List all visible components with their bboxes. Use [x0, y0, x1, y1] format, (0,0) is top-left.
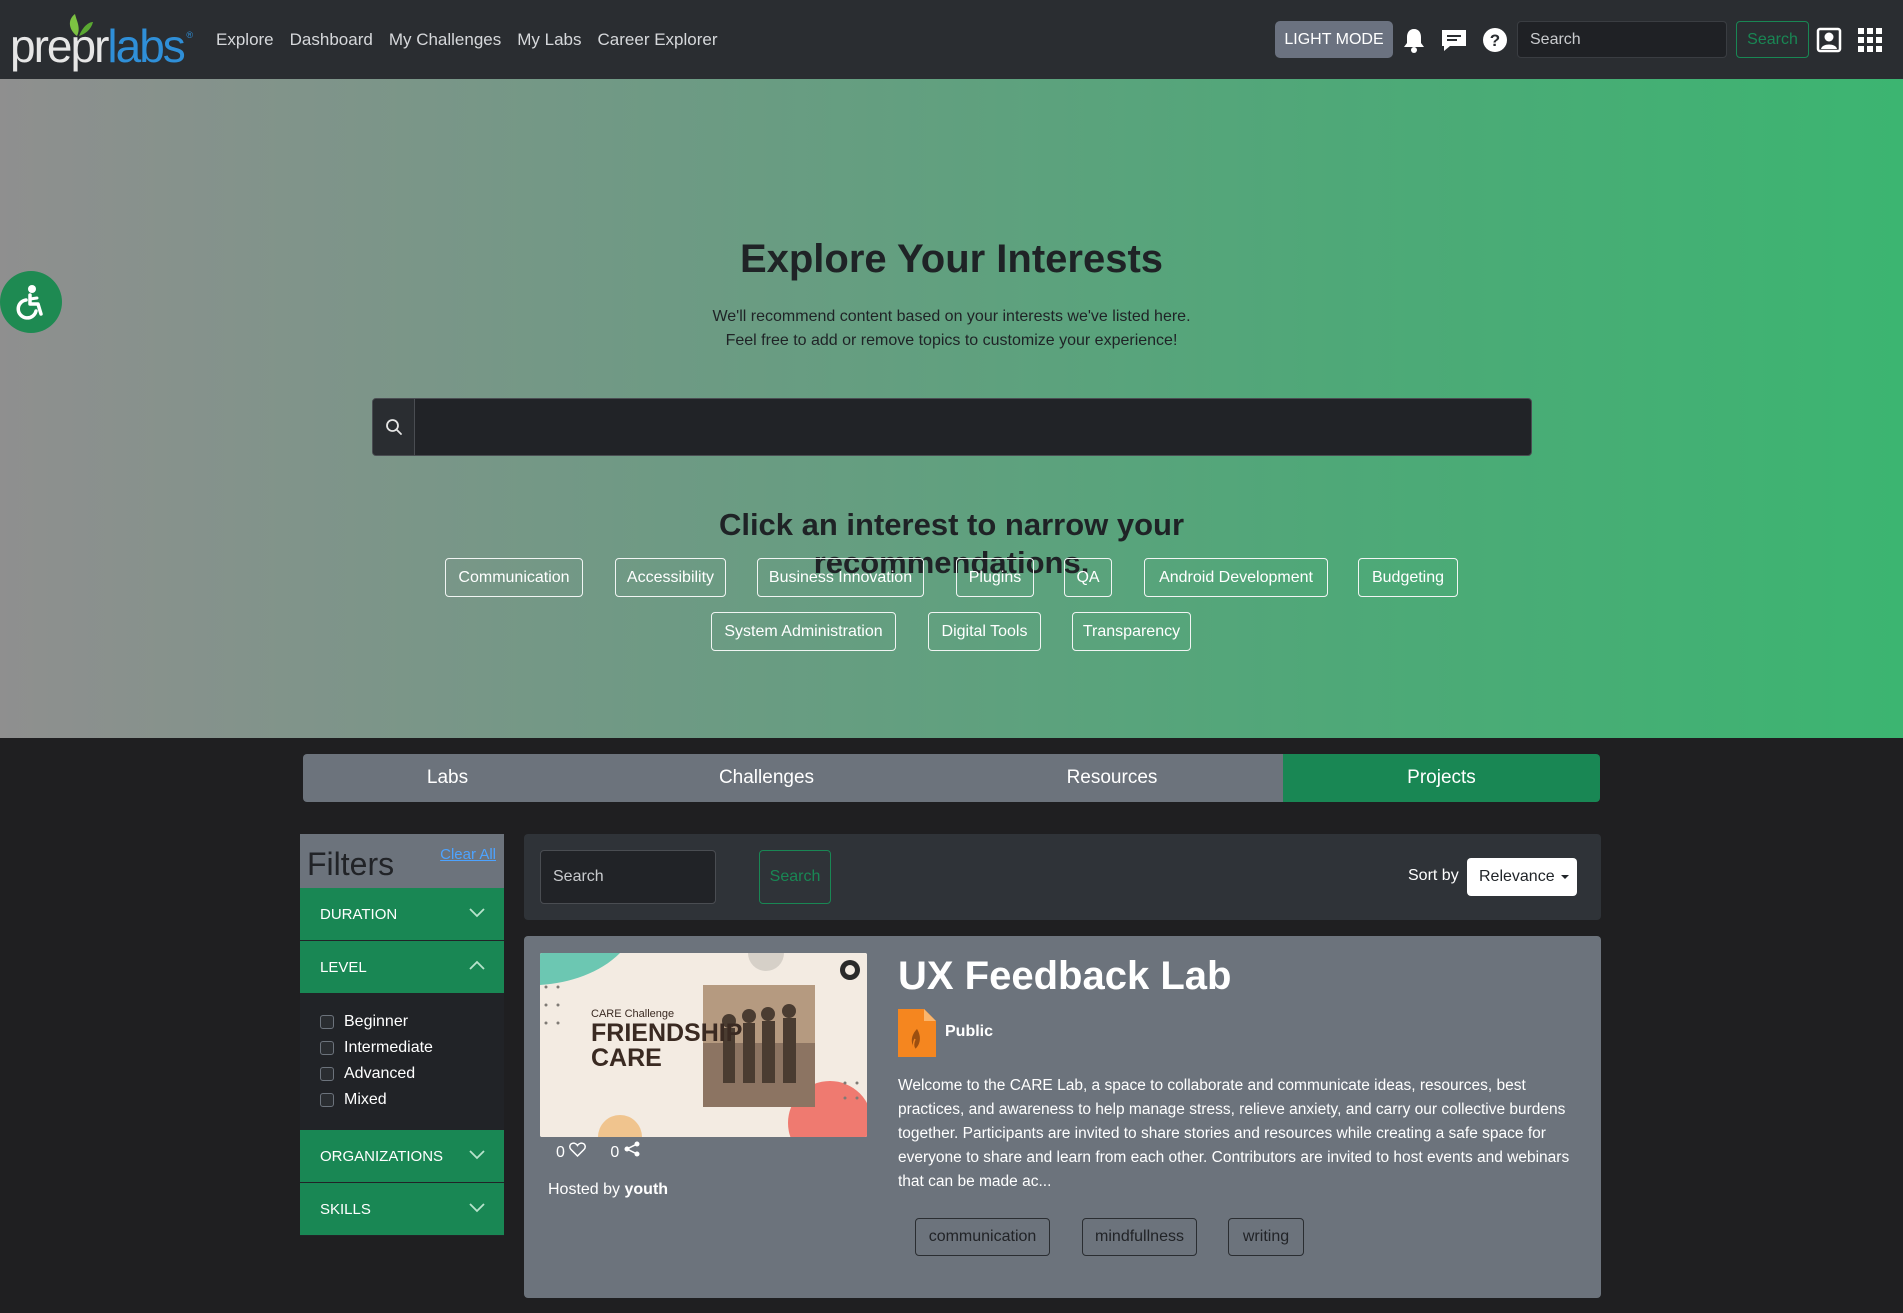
likes-count[interactable]: 0 — [556, 1141, 587, 1162]
interest-prompt-line-2: recommendations. — [813, 545, 1090, 580]
filters-header: Filters Clear All — [300, 834, 504, 888]
likes-value: 0 — [556, 1143, 565, 1161]
nav-search-button[interactable]: Search — [1736, 21, 1809, 58]
project-card[interactable]: CARE Challenge FRIENDSHIP CARE 0 0 Hoste… — [524, 936, 1601, 1298]
interest-chip[interactable]: QA — [1064, 558, 1112, 597]
interest-chip[interactable]: Budgeting — [1358, 558, 1458, 597]
checkbox[interactable] — [320, 1041, 334, 1055]
filters-panel: Filters Clear All DURATION LEVEL ORGANIZ… — [300, 834, 504, 1236]
facet-label: LEVEL — [320, 958, 367, 976]
sort-label: Sort by — [1408, 867, 1459, 884]
shares-count[interactable]: 0 — [610, 1141, 640, 1162]
main-nav: Explore Dashboard My Challenges My Labs … — [216, 0, 718, 79]
share-icon — [624, 1141, 640, 1157]
hero-subtitle: We'll recommend content based on your in… — [0, 305, 1903, 353]
thumb-title-line-2: CARE — [591, 1044, 662, 1072]
bell-icon[interactable] — [1400, 26, 1428, 54]
hosted-by: Hosted by youth — [548, 1181, 668, 1199]
shares-value: 0 — [610, 1144, 620, 1161]
facet-organizations[interactable]: ORGANIZATIONS — [300, 1130, 504, 1182]
user-profile-icon[interactable] — [1815, 26, 1843, 54]
checkbox[interactable] — [320, 1015, 334, 1029]
chevron-down-icon — [469, 1203, 485, 1213]
option-label: Beginner — [344, 1013, 409, 1030]
light-mode-button[interactable]: LIGHT MODE — [1275, 21, 1393, 58]
chevron-down-icon — [469, 908, 485, 918]
option-label: Advanced — [344, 1065, 416, 1082]
level-option-intermediate[interactable]: Intermediate — [320, 1039, 433, 1057]
interest-chip[interactable]: Digital Tools — [928, 612, 1041, 651]
interest-chip[interactable]: Business Innovation — [757, 558, 924, 597]
caret-down-icon — [1560, 875, 1569, 879]
public-document-icon — [898, 1009, 936, 1057]
results-search-input[interactable]: Search — [540, 850, 716, 904]
interests-hero: Explore Your Interests We'll recommend c… — [0, 79, 1903, 738]
facet-label: DURATION — [320, 905, 398, 923]
chat-icon[interactable] — [1440, 26, 1468, 54]
checkbox[interactable] — [320, 1093, 334, 1107]
thumb-title-line-1: FRIENDSHIP — [591, 1019, 743, 1047]
sort-dropdown[interactable]: Relevance — [1467, 858, 1577, 896]
option-label: Mixed — [344, 1091, 387, 1108]
visibility-label: Public — [945, 1023, 994, 1040]
option-label: Intermediate — [344, 1039, 433, 1056]
chevron-down-icon — [469, 1150, 485, 1160]
interest-chip[interactable]: Android Development — [1144, 558, 1328, 597]
tab-projects[interactable]: Projects — [1283, 754, 1600, 802]
hosted-by-label: Hosted by — [548, 1181, 621, 1198]
nav-link-dashboard[interactable]: Dashboard — [290, 30, 373, 50]
nav-link-my-labs[interactable]: My Labs — [517, 30, 581, 50]
nav-link-career-explorer[interactable]: Career Explorer — [598, 30, 718, 50]
preprlabs-logo[interactable]: preprlabs ® — [10, 10, 195, 72]
hero-subtitle-line-1: We'll recommend content based on your in… — [712, 308, 1191, 325]
content-tabs: Labs Challenges Resources Projects — [303, 754, 1600, 802]
facet-level[interactable]: LEVEL — [300, 941, 504, 993]
engagement-counts: 0 0 — [556, 1141, 640, 1162]
apps-grid-icon[interactable] — [1856, 26, 1884, 54]
host-name[interactable]: youth — [625, 1181, 669, 1198]
search-icon — [373, 399, 415, 455]
facet-label: ORGANIZATIONS — [320, 1147, 444, 1165]
interest-chip[interactable]: System Administration — [711, 612, 896, 651]
tab-labs[interactable]: Labs — [303, 754, 592, 802]
help-icon[interactable]: ? — [1481, 26, 1509, 54]
project-title[interactable]: UX Feedback Lab — [898, 954, 1231, 999]
interest-chip[interactable]: Transparency — [1072, 612, 1191, 651]
interest-search-input[interactable] — [372, 398, 1532, 456]
skill-tag[interactable]: mindfullness — [1082, 1218, 1197, 1256]
project-description: Welcome to the CARE Lab, a space to coll… — [898, 1077, 1570, 1190]
filters-title: Filters — [307, 846, 395, 882]
interest-prompt-line-1: Click an interest to narrow your — [718, 507, 1185, 542]
interest-chip[interactable]: Plugins — [956, 558, 1034, 597]
hero-subtitle-line-2: Feel free to add or remove topics to cus… — [725, 332, 1178, 349]
sort-value: Relevance — [1479, 868, 1555, 885]
thumb-title: FRIENDSHIP CARE — [591, 1021, 742, 1071]
facet-duration[interactable]: DURATION — [300, 888, 504, 940]
tab-challenges[interactable]: Challenges — [592, 754, 941, 802]
chevron-up-icon — [469, 960, 485, 970]
level-option-mixed[interactable]: Mixed — [320, 1091, 387, 1109]
interest-chip[interactable]: Accessibility — [615, 558, 726, 597]
level-option-beginner[interactable]: Beginner — [320, 1013, 408, 1031]
checkbox[interactable] — [320, 1067, 334, 1081]
heart-icon — [569, 1141, 587, 1157]
skill-tag[interactable]: writing — [1228, 1218, 1304, 1256]
facet-label: SKILLS — [320, 1200, 371, 1218]
results-search-button[interactable]: Search — [759, 850, 831, 904]
skill-tag[interactable]: communication — [915, 1218, 1050, 1256]
project-thumbnail[interactable]: CARE Challenge FRIENDSHIP CARE — [540, 953, 867, 1137]
clear-all-link[interactable]: Clear All — [440, 846, 496, 863]
svg-text:?: ? — [1490, 31, 1500, 50]
interest-chip[interactable]: Communication — [445, 558, 583, 597]
level-option-advanced[interactable]: Advanced — [320, 1065, 415, 1083]
tab-resources[interactable]: Resources — [941, 754, 1283, 802]
top-navbar: preprlabs ® Explore Dashboard My Challen… — [0, 0, 1903, 79]
hero-title: Explore Your Interests — [739, 237, 1164, 281]
nav-link-my-challenges[interactable]: My Challenges — [389, 30, 501, 50]
results-toolbar: Search Search Sort by Relevance — [524, 834, 1601, 920]
nav-search-input[interactable]: Search — [1517, 21, 1727, 58]
facet-skills[interactable]: SKILLS — [300, 1183, 504, 1235]
nav-link-explore[interactable]: Explore — [216, 30, 274, 50]
interest-prompt: Click an interest to narrow your recomme… — [0, 506, 1903, 582]
